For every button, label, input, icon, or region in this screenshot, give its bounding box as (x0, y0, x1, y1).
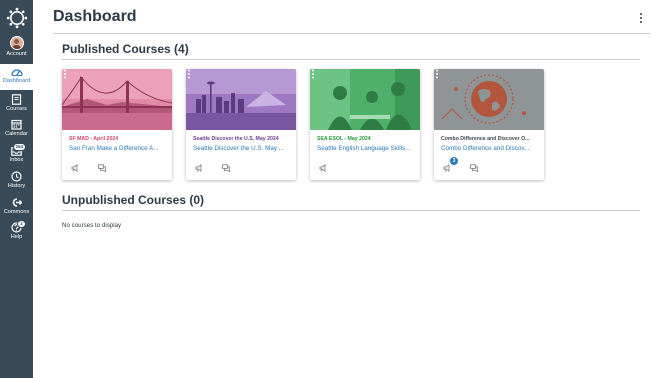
nav-dashboard-label: Dashboard (2, 78, 31, 84)
course-name-link[interactable]: Seattle Discover the U.S. May ... (193, 145, 291, 152)
dashboard-icon (10, 69, 23, 76)
commons-icon (12, 198, 22, 207)
course-card[interactable]: Combo Difference and Discover O... Combo… (434, 69, 544, 180)
calendar-icon (11, 119, 22, 130)
nav-account[interactable]: Account (0, 36, 33, 63)
global-nav: Account Dashboard Courses Calendar Inbox… (0, 0, 33, 378)
announcements-icon[interactable] (195, 164, 203, 172)
unpublished-divider (62, 210, 640, 211)
nav-commons[interactable]: Commons (0, 196, 33, 221)
nav-courses-label: Courses (6, 106, 27, 112)
golden-gate-image (62, 69, 172, 130)
courses-icon (11, 94, 22, 105)
published-divider (62, 59, 640, 60)
nav-calendar[interactable]: Calendar (0, 118, 33, 143)
course-code[interactable]: Seattle Discover the U.S. May 2024 (193, 136, 291, 142)
discussions-icon[interactable] (222, 164, 230, 172)
course-name-link[interactable]: San Fran Make a Difference A... (69, 145, 167, 152)
dashboard-options-icon[interactable] (637, 12, 645, 24)
discussions-icon[interactable] (98, 164, 106, 172)
history-icon (11, 171, 22, 182)
canvas-logo[interactable] (0, 2, 33, 33)
announcements-icon[interactable] (443, 164, 451, 172)
canvas-logo-icon (6, 7, 27, 28)
nav-inbox[interactable]: Inbox 264 (0, 143, 33, 169)
nav-commons-label: Commons (3, 209, 30, 215)
nav-courses[interactable]: Courses (0, 93, 33, 118)
nav-calendar-label: Calendar (5, 131, 28, 137)
card-options-icon[interactable] (186, 69, 192, 79)
discussions-icon[interactable] (470, 164, 478, 172)
course-card[interactable]: Seattle Discover the U.S. May 2024 Seatt… (186, 69, 296, 180)
card-options-icon[interactable] (434, 69, 440, 79)
announcements-icon[interactable] (319, 164, 327, 172)
nav-history-label: History (7, 183, 26, 189)
header-divider (53, 33, 650, 34)
nav-history[interactable]: History (0, 170, 33, 195)
help-count-badge: 1 (17, 220, 26, 228)
course-card[interactable]: SEA ESOL - May 2024 Seattle English Lang… (310, 69, 420, 180)
course-card[interactable]: SF MAD - April 2024 San Fran Make a Diff… (62, 69, 172, 180)
app: Account Dashboard Courses Calendar Inbox… (0, 0, 670, 378)
nav-dashboard[interactable]: Dashboard (0, 64, 33, 90)
nav-help-label: Help (10, 234, 23, 240)
announcements-icon[interactable] (71, 164, 79, 172)
course-code[interactable]: SF MAD - April 2024 (69, 136, 167, 142)
course-code[interactable]: SEA ESOL - May 2024 (317, 136, 415, 142)
inbox-count-badge: 264 (13, 143, 26, 151)
unpublished-courses-heading: Unpublished Courses (0) (62, 193, 205, 207)
card-options-icon[interactable] (310, 69, 316, 79)
course-card-image[interactable] (186, 69, 296, 130)
course-card-image[interactable] (310, 69, 420, 130)
course-name-link[interactable]: Seattle English Language Skills... (317, 145, 415, 152)
course-code[interactable]: Combo Difference and Discover O... (441, 136, 539, 142)
seattle-skyline-image (186, 69, 296, 130)
page-title: Dashboard (53, 8, 137, 25)
unread-count-badge: 3 (450, 157, 458, 165)
course-name-link[interactable]: Combo Difference and Discov... (441, 145, 539, 152)
nav-help[interactable]: Help 1 (0, 220, 33, 246)
course-card-image[interactable] (62, 69, 172, 130)
nav-account-label: Account (6, 51, 27, 57)
avatar (9, 36, 24, 50)
globe-image (434, 69, 544, 130)
course-card-image[interactable] (434, 69, 544, 130)
published-courses-heading: Published Courses (4) (62, 42, 189, 56)
students-group-image (310, 69, 420, 130)
empty-state-text: No courses to display (62, 222, 122, 229)
nav-inbox-label: Inbox (9, 157, 24, 163)
card-options-icon[interactable] (62, 69, 68, 79)
